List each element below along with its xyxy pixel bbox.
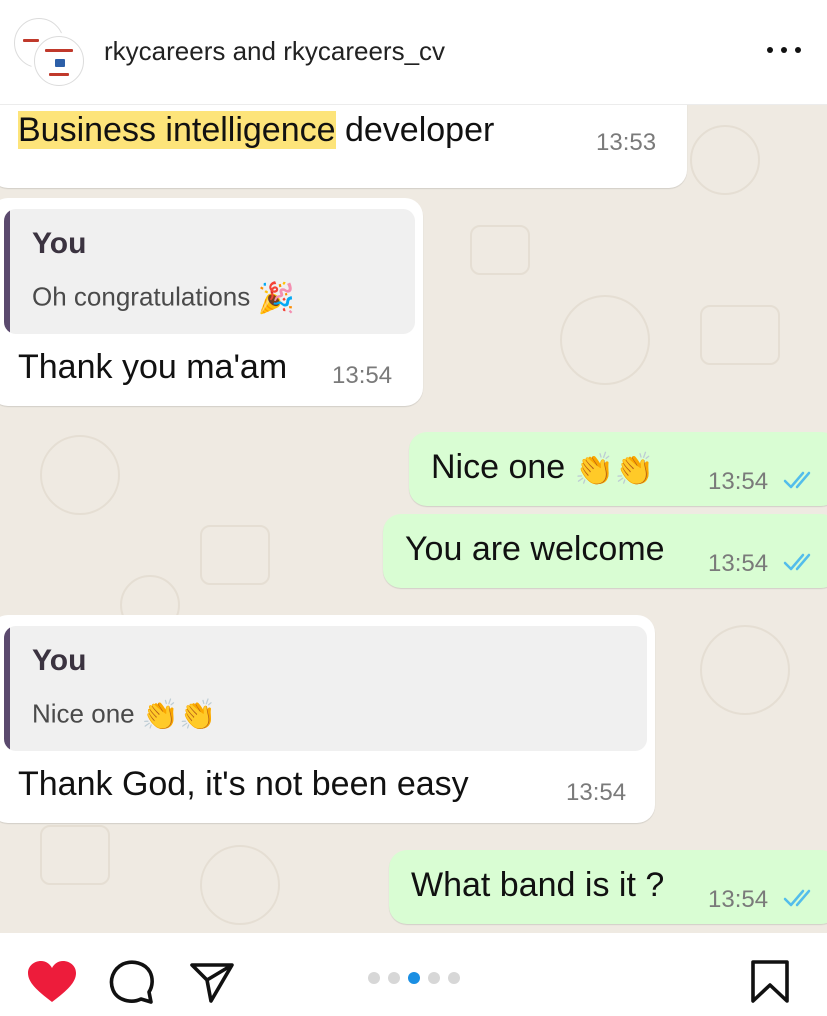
post-header: rkycareers and rkycareers_cv [0, 0, 827, 105]
message-text: Nice one 👏👏 [431, 448, 654, 488]
comment-icon[interactable] [109, 960, 155, 1004]
wallpaper-doodle [700, 625, 790, 715]
message-time: 13:54 [708, 550, 769, 577]
post-authors: rkycareers and rkycareers_cv [104, 36, 445, 67]
message-time: 13:53 [596, 129, 657, 156]
message-time: 13:54 [708, 886, 769, 913]
avatar-logo-mark [49, 73, 69, 76]
message-text: Thank God, it's not been easy [18, 765, 469, 803]
message-bubble-outgoing[interactable]: You are welcome 13:54 [383, 514, 827, 588]
quote-text-content: Nice one [32, 698, 135, 729]
quoted-message[interactable]: You Oh congratulations 🎉 [4, 209, 415, 334]
clapping-hands-emoji: 👏👏 [141, 699, 217, 732]
message-bubble-incoming[interactable]: You Oh congratulations 🎉 Thank you ma'am… [0, 198, 423, 406]
message-time: 13:54 [566, 779, 627, 806]
message-text: Thank you ma'am [18, 348, 288, 386]
message-bubble-outgoing[interactable]: What band is it ? 13:54 [389, 850, 827, 924]
wallpaper-doodle [40, 825, 110, 885]
clapping-hands-emoji: 👏👏 [574, 451, 655, 488]
message-text-content: Nice one [431, 448, 566, 486]
message-text-rest: developer [335, 111, 495, 149]
quote-text-content: Oh congratulations [32, 281, 251, 312]
share-icon[interactable] [189, 962, 235, 1004]
double-check-icon [783, 471, 811, 489]
message-bubble-incoming[interactable]: You Nice one 👏👏 Thank God, it's not been… [0, 615, 655, 823]
wallpaper-doodle [200, 525, 270, 585]
carousel-dot-active [408, 972, 420, 984]
wallpaper-doodle [200, 845, 280, 925]
carousel-dot [448, 972, 460, 984]
wallpaper-doodle [560, 295, 650, 385]
avatar-rkycareers-cv[interactable] [34, 36, 84, 86]
avatar-logo-mark [55, 59, 65, 67]
quoted-message[interactable]: You Nice one 👏👏 [4, 626, 647, 751]
author-2-link[interactable]: rkycareers_cv [283, 36, 445, 66]
carousel-dot [388, 972, 400, 984]
carousel-dot [428, 972, 440, 984]
double-check-icon [783, 553, 811, 571]
author-1-link[interactable]: rkycareers [104, 36, 225, 66]
highlighted-text: Business intelligence [18, 111, 336, 149]
message-text: What band is it ? [411, 866, 665, 904]
carousel-indicator [368, 972, 460, 984]
message-text: You are welcome [405, 530, 665, 568]
authors-joiner: and [232, 36, 276, 66]
heart-icon[interactable] [26, 960, 78, 1004]
wallpaper-doodle [40, 435, 120, 515]
avatar-logo-mark [45, 49, 73, 52]
wallpaper-doodle [470, 225, 530, 275]
message-bubble-outgoing[interactable]: Nice one 👏👏 13:54 [409, 432, 827, 506]
quote-author: You [32, 227, 87, 260]
quote-author: You [32, 644, 87, 677]
avatar-logo-mark [23, 39, 39, 42]
message-text: Business intelligence developer [18, 111, 494, 150]
quote-text: Oh congratulations 🎉 [32, 281, 295, 316]
double-check-icon [783, 889, 811, 907]
more-icon[interactable] [767, 40, 801, 60]
wallpaper-doodle [700, 305, 780, 365]
message-bubble-incoming[interactable]: Business intelligence developer 13:53 [0, 105, 687, 188]
bookmark-icon[interactable] [750, 960, 790, 1004]
wallpaper-doodle [690, 125, 760, 195]
quote-text: Nice one 👏👏 [32, 698, 217, 733]
message-time: 13:54 [332, 362, 393, 389]
chat-screenshot: Business intelligence developer 13:53 Yo… [0, 105, 827, 933]
party-popper-emoji: 🎉 [257, 282, 295, 315]
carousel-dot [368, 972, 380, 984]
message-time: 13:54 [708, 468, 769, 495]
